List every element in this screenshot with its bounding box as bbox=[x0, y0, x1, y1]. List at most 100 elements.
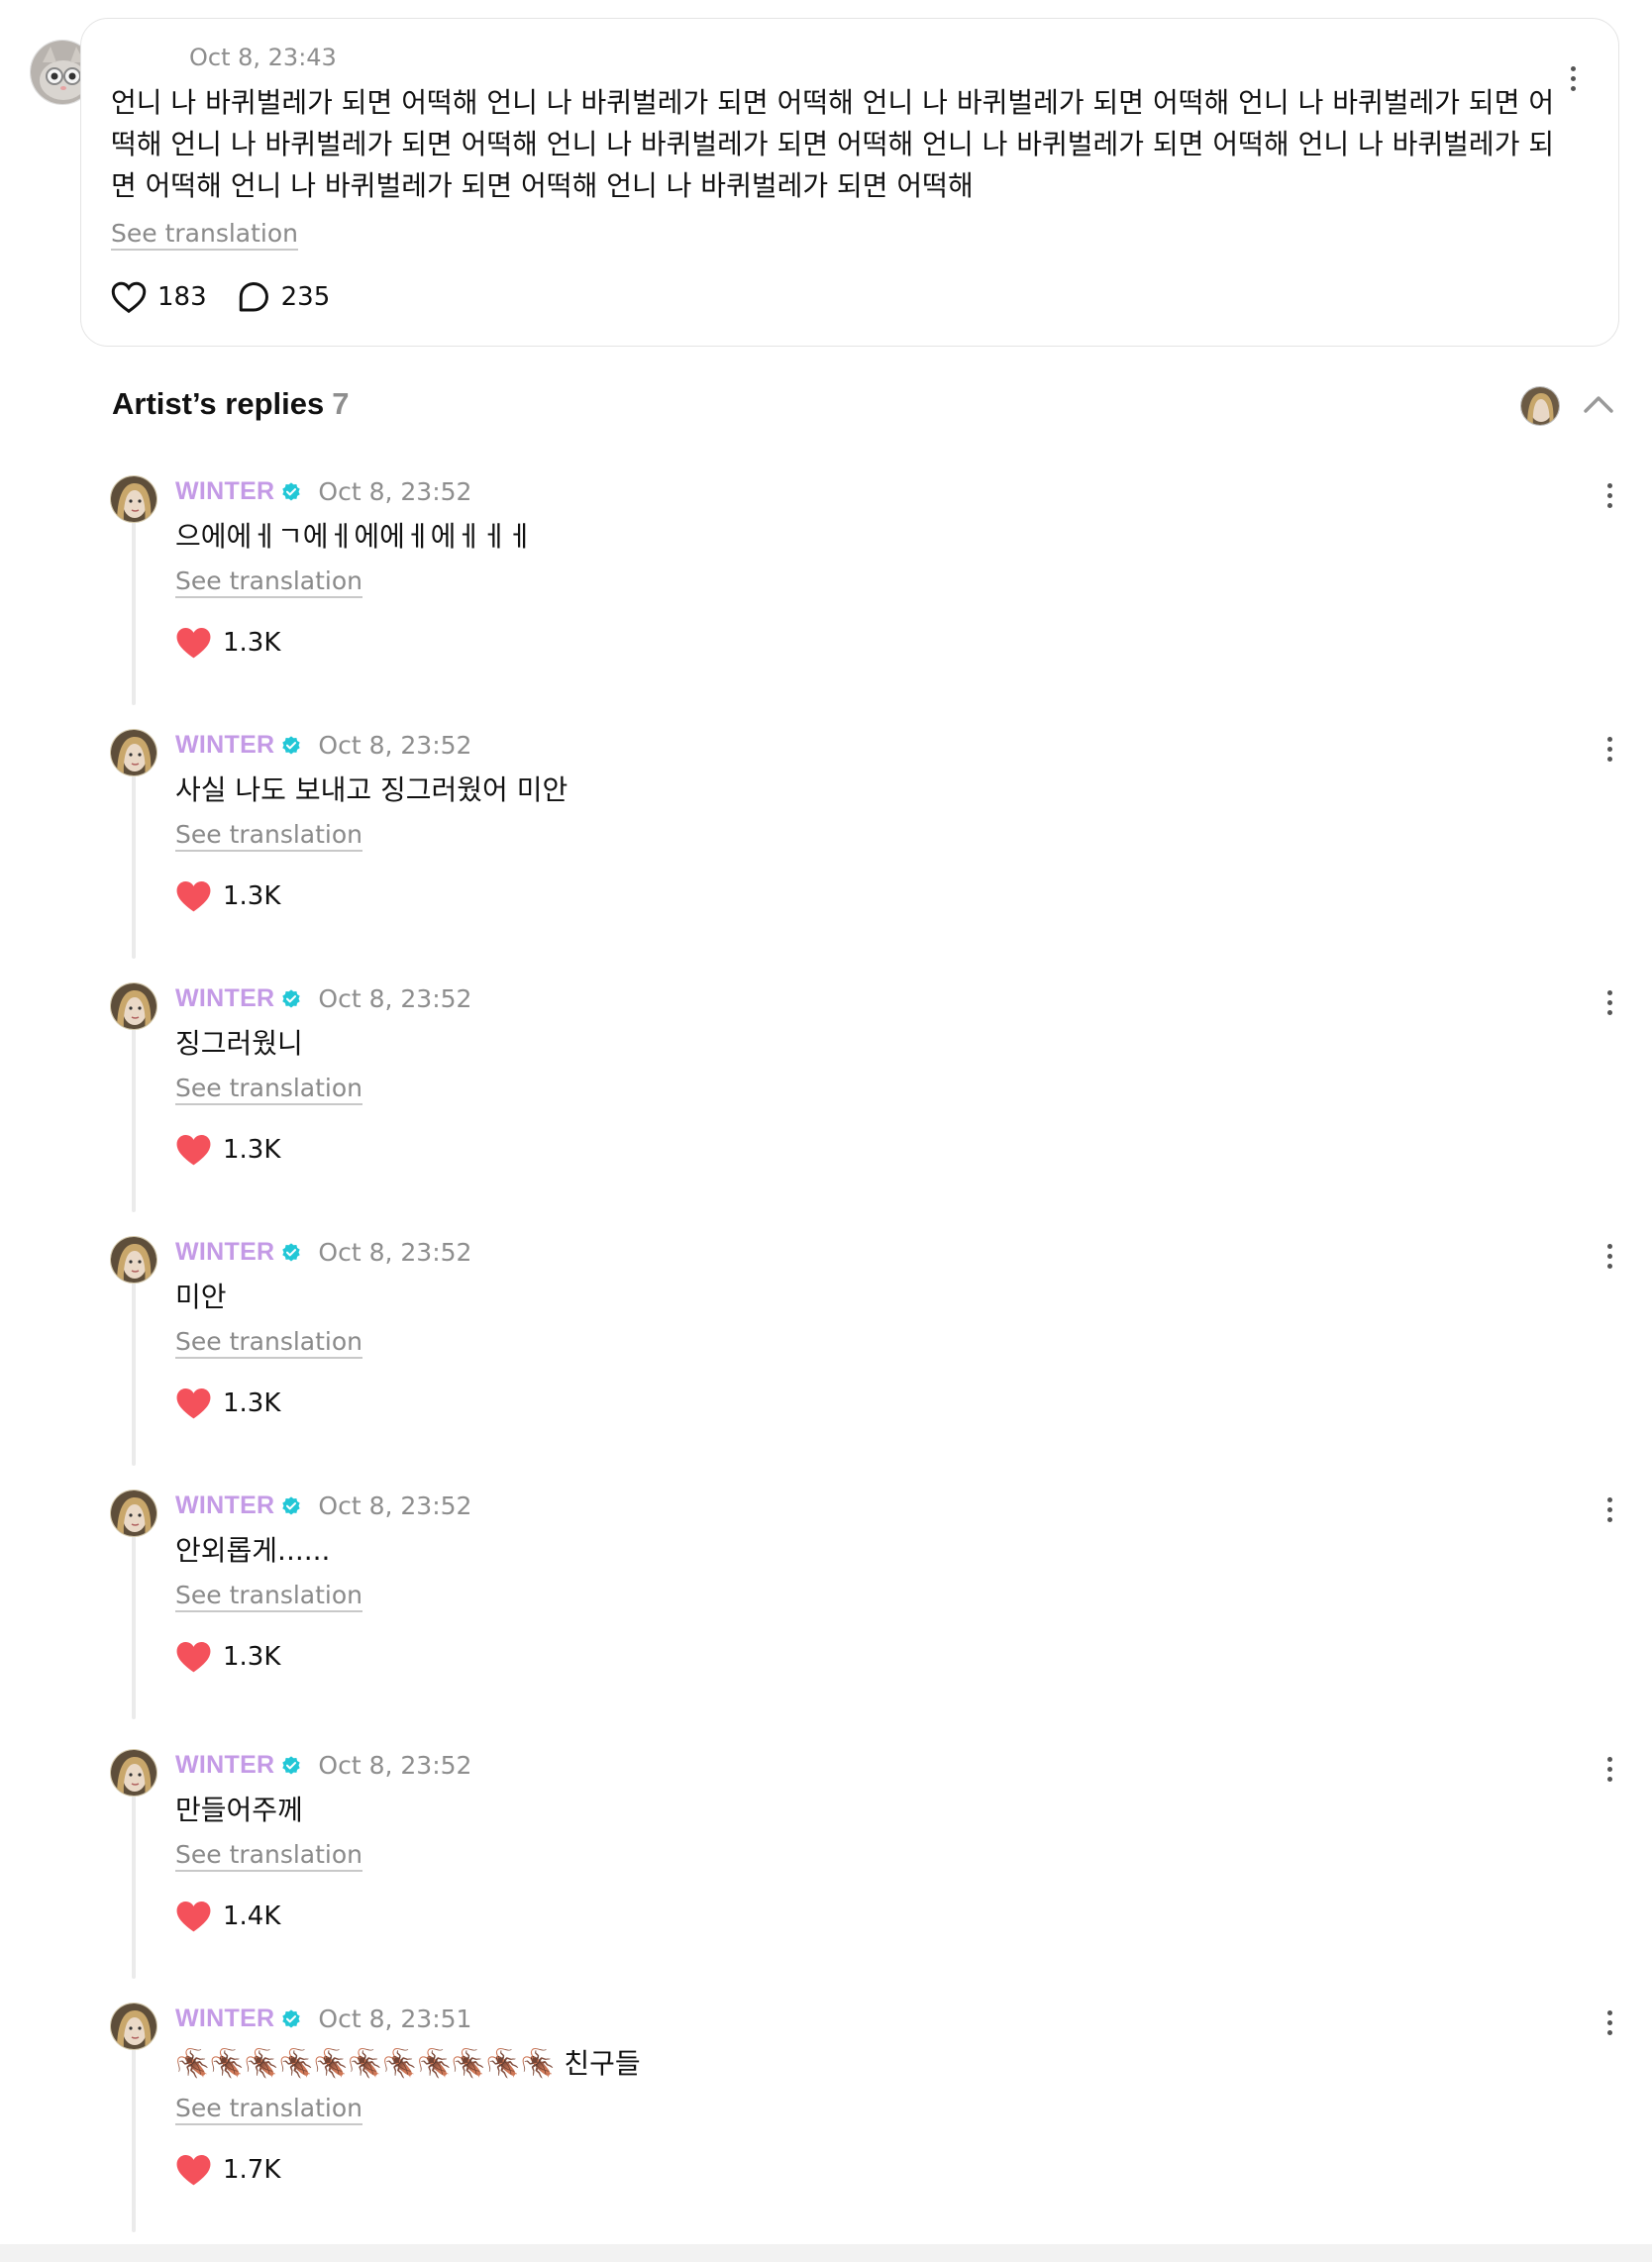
reply-author[interactable]: WINTER bbox=[175, 1751, 274, 1780]
heart-filled-icon bbox=[176, 1388, 211, 1419]
comment-bubble-icon bbox=[239, 282, 268, 312]
reply-text: 🪳🪳🪳🪳🪳🪳🪳🪳🪳🪳🪳 친구들 bbox=[175, 2047, 641, 2080]
reply-timestamp: Oct 8, 23:52 bbox=[318, 731, 472, 760]
reply-see-translation-link[interactable]: See translation bbox=[175, 566, 362, 595]
heart-filled-icon bbox=[176, 1135, 211, 1166]
more-vertical-icon[interactable] bbox=[1598, 2003, 1621, 2042]
reply-timestamp: Oct 8, 23:52 bbox=[318, 984, 472, 1013]
reply-text: 으에에ㅔㄱ에ㅔ에에ㅔ에ㅔㅔㅔ bbox=[175, 520, 533, 553]
reply-text: 만들어주께 bbox=[175, 1794, 303, 1826]
reply-like-button[interactable]: 1.4K bbox=[175, 1900, 280, 1933]
post-comment-button[interactable]: 235 bbox=[237, 280, 331, 314]
reply-see-translation-link[interactable]: See translation bbox=[175, 2094, 362, 2122]
reply-header: WINTER Oct 8, 23:52 bbox=[175, 1751, 471, 1780]
reply-like-count: 1.3K bbox=[223, 1135, 281, 1165]
artist-reply-1: WINTER Oct 8, 23:52 으에에ㅔㄱ에ㅔ에에ㅔ에ㅔㅔㅔ See t… bbox=[0, 462, 1652, 715]
more-vertical-icon[interactable] bbox=[1598, 1236, 1621, 1276]
reply-like-count: 1.3K bbox=[223, 881, 281, 911]
more-vertical-icon[interactable] bbox=[1598, 1490, 1621, 1529]
thread-line bbox=[132, 517, 136, 705]
post-see-translation-link[interactable]: See translation bbox=[111, 219, 298, 248]
reply-like-button[interactable]: 1.3K bbox=[175, 1640, 280, 1674]
artist-avatar[interactable] bbox=[110, 982, 157, 1030]
reply-author[interactable]: WINTER bbox=[175, 731, 274, 760]
thread-line bbox=[132, 771, 136, 959]
more-vertical-icon[interactable] bbox=[1598, 475, 1621, 515]
thread-line bbox=[132, 2044, 136, 2232]
reply-see-translation-link[interactable]: See translation bbox=[175, 1074, 362, 1102]
reply-header: WINTER Oct 8, 23:51 bbox=[175, 2005, 471, 2033]
post-timestamp: Oct 8, 23:43 bbox=[189, 44, 337, 71]
verified-badge-icon bbox=[282, 2008, 301, 2028]
post-comment-count: 235 bbox=[280, 282, 331, 312]
more-vertical-icon[interactable] bbox=[1598, 729, 1621, 769]
post-body-text: 언니 나 바퀴벌레가 되면 어떡해 언니 나 바퀴벌레가 되면 어떡해 언니 나… bbox=[111, 86, 1555, 202]
reply-like-button[interactable]: 1.3K bbox=[175, 1387, 280, 1420]
artist-avatar[interactable] bbox=[110, 475, 157, 523]
reply-see-translation-link[interactable]: See translation bbox=[175, 1327, 362, 1356]
thread-line bbox=[132, 1791, 136, 1979]
reply-text: 미안 bbox=[175, 1281, 227, 1313]
reply-see-translation-link[interactable]: See translation bbox=[175, 1581, 362, 1609]
reply-author[interactable]: WINTER bbox=[175, 2005, 274, 2033]
artist-avatar[interactable] bbox=[110, 1490, 157, 1537]
chevron-up-icon[interactable] bbox=[1581, 390, 1616, 418]
reply-author[interactable]: WINTER bbox=[175, 1238, 274, 1267]
reply-like-count: 1.7K bbox=[223, 2155, 281, 2185]
thread-line bbox=[132, 1278, 136, 1466]
reply-like-count: 1.4K bbox=[223, 1902, 281, 1931]
verified-badge-icon bbox=[282, 988, 301, 1008]
reply-header: WINTER Oct 8, 23:52 bbox=[175, 1238, 471, 1267]
reply-text: 안외롭게...... bbox=[175, 1534, 331, 1567]
heart-filled-icon bbox=[176, 1642, 211, 1673]
verified-badge-icon bbox=[282, 481, 301, 501]
artist-avatar[interactable] bbox=[110, 1236, 157, 1284]
reply-see-translation-link[interactable]: See translation bbox=[175, 820, 362, 849]
artist-reply-5: WINTER Oct 8, 23:52 안외롭게...... See trans… bbox=[0, 1476, 1652, 1729]
reply-author[interactable]: WINTER bbox=[175, 1491, 274, 1520]
verified-badge-icon bbox=[282, 1495, 301, 1515]
reply-timestamp: Oct 8, 23:52 bbox=[318, 1238, 472, 1267]
reply-timestamp: Oct 8, 23:51 bbox=[318, 2005, 472, 2033]
heart-filled-icon bbox=[176, 2155, 211, 2186]
verified-badge-icon bbox=[282, 1755, 301, 1775]
reply-timestamp: Oct 8, 23:52 bbox=[318, 1491, 472, 1520]
artist-replies-title: Artist’s replies bbox=[112, 386, 325, 421]
artist-reply-3: WINTER Oct 8, 23:52 징그러웠니 See translatio… bbox=[0, 969, 1652, 1222]
more-vertical-icon[interactable] bbox=[1598, 1749, 1621, 1789]
reply-header: WINTER Oct 8, 23:52 bbox=[175, 477, 471, 506]
reply-like-count: 1.3K bbox=[223, 628, 281, 658]
artist-avatar[interactable] bbox=[110, 2003, 157, 2050]
thread-line bbox=[132, 1024, 136, 1212]
artist-reply-6: WINTER Oct 8, 23:52 만들어주께 See translatio… bbox=[0, 1735, 1652, 1989]
verified-badge-icon bbox=[282, 735, 301, 755]
artist-replies-count: 7 bbox=[332, 386, 350, 421]
heart-filled-icon bbox=[176, 881, 211, 912]
reply-author[interactable]: WINTER bbox=[175, 477, 274, 506]
artist-avatar-small[interactable] bbox=[1520, 386, 1560, 426]
bottom-edge-bar bbox=[0, 2244, 1652, 2262]
reply-see-translation-link[interactable]: See translation bbox=[175, 1840, 362, 1869]
post-stats: 183 235 bbox=[111, 280, 360, 314]
reply-like-button[interactable]: 1.3K bbox=[175, 1133, 280, 1167]
reply-like-button[interactable]: 1.7K bbox=[175, 2153, 280, 2187]
reply-timestamp: Oct 8, 23:52 bbox=[318, 1751, 472, 1780]
artist-replies-heading: Artist’s replies 7 bbox=[112, 386, 349, 422]
reply-author[interactable]: WINTER bbox=[175, 984, 274, 1013]
heart-filled-icon bbox=[176, 628, 211, 659]
artist-avatar[interactable] bbox=[110, 1749, 157, 1797]
reply-like-button[interactable]: 1.3K bbox=[175, 626, 280, 660]
reply-header: WINTER Oct 8, 23:52 bbox=[175, 1491, 471, 1520]
reply-timestamp: Oct 8, 23:52 bbox=[318, 477, 472, 506]
reply-like-count: 1.3K bbox=[223, 1642, 281, 1672]
post-like-count: 183 bbox=[157, 282, 207, 312]
reply-header: WINTER Oct 8, 23:52 bbox=[175, 731, 471, 760]
more-vertical-icon[interactable] bbox=[1598, 982, 1621, 1022]
artist-avatar[interactable] bbox=[110, 729, 157, 776]
artist-reply-4: WINTER Oct 8, 23:52 미안 See translation 1… bbox=[0, 1222, 1652, 1476]
post-like-button[interactable]: 183 bbox=[111, 280, 207, 314]
fan-post-card: Oct 8, 23:43 언니 나 바퀴벌레가 되면 어떡해 언니 나 바퀴벌레… bbox=[80, 18, 1619, 347]
heart-outline-icon bbox=[111, 281, 147, 314]
reply-like-button[interactable]: 1.3K bbox=[175, 879, 280, 913]
reply-text: 징그러웠니 bbox=[175, 1027, 303, 1060]
